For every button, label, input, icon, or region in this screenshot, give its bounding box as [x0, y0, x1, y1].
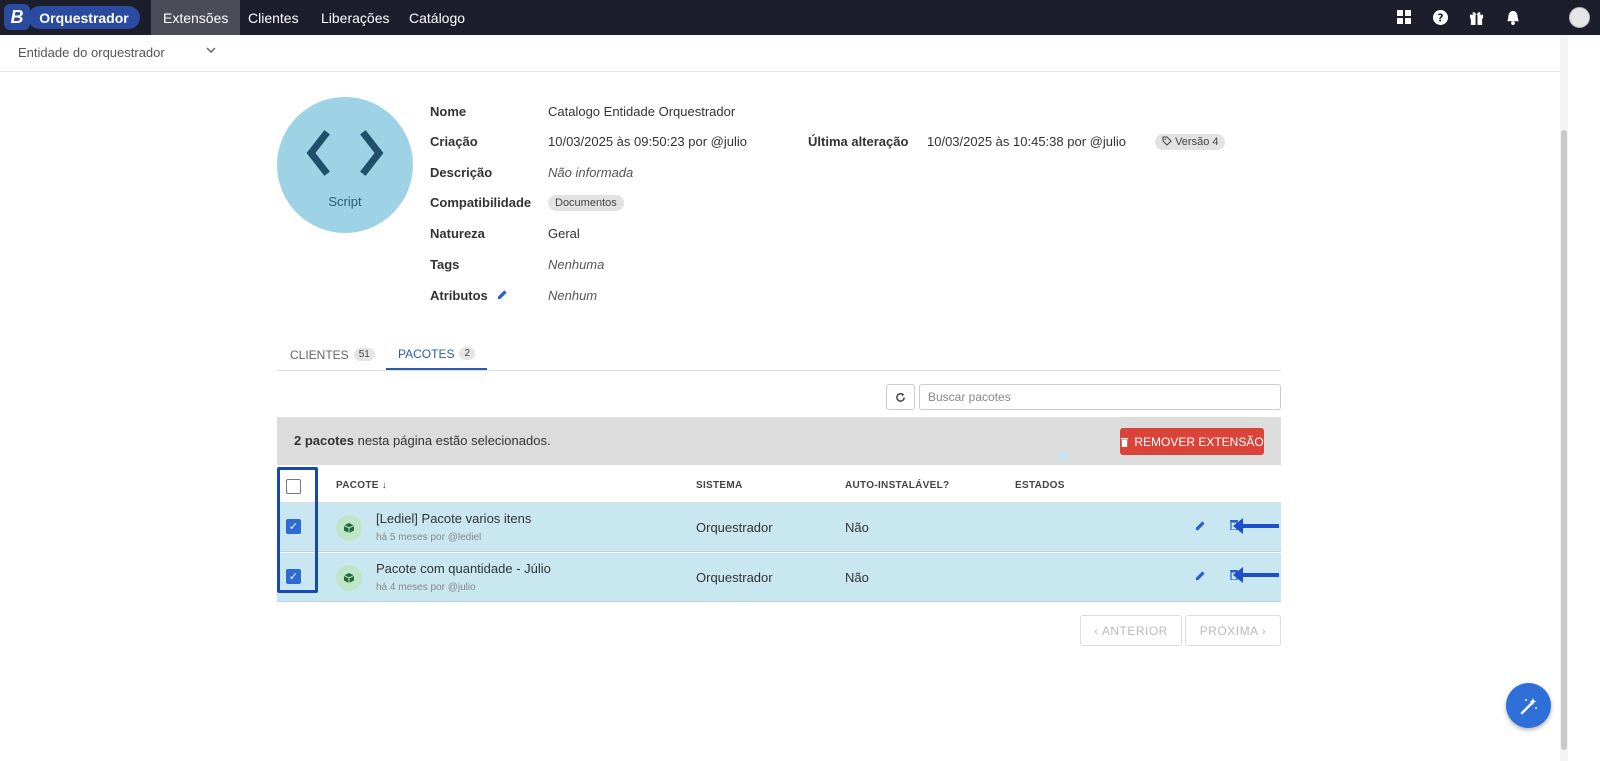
- entity-select[interactable]: Entidade do orquestrador: [18, 45, 165, 60]
- tab-clientes[interactable]: CLIENTES 51: [290, 339, 375, 370]
- gift-icon[interactable]: [1468, 9, 1484, 25]
- package-auto-instalavel: Não: [845, 520, 869, 535]
- chevron-down-icon[interactable]: [206, 44, 216, 58]
- search-input[interactable]: [919, 384, 1281, 410]
- grid-icon[interactable]: [1396, 9, 1412, 25]
- edit-icon[interactable]: [1195, 520, 1206, 534]
- extension-type-avatar: Script: [277, 97, 413, 233]
- tab-clientes-label: CLIENTES: [290, 347, 349, 362]
- nav-liberacoes[interactable]: Liberações: [309, 0, 402, 35]
- atributos-value: Nenhum: [548, 288, 598, 303]
- magic-wand-icon: [1520, 697, 1537, 714]
- tab-pacotes[interactable]: PACOTES 2: [386, 339, 488, 370]
- brand-logo[interactable]: B: [4, 4, 30, 30]
- tags-value: Nenhuma: [548, 257, 605, 272]
- trash-icon: [1121, 437, 1129, 447]
- edit-atributos-icon[interactable]: [497, 289, 508, 303]
- refresh-button[interactable]: [886, 384, 915, 410]
- tab-pacotes-count: 2: [459, 347, 476, 360]
- selection-bar: 2 pacotes nesta página estão selecionado…: [277, 417, 1281, 465]
- extension-type-label: Script: [328, 194, 362, 209]
- previous-page-button[interactable]: ‹ ANTERIOR: [1080, 615, 1182, 646]
- edit-icon[interactable]: [1195, 570, 1206, 584]
- version-text: Versão 4: [1175, 136, 1219, 148]
- selection-text: 2 pacotes nesta página estão selecionado…: [294, 433, 551, 448]
- brand-name-button[interactable]: Orquestrador: [28, 6, 140, 29]
- descricao-label: Descrição: [430, 165, 493, 180]
- compatibilidade-chip: Documentos: [548, 195, 624, 211]
- user-avatar[interactable]: [1569, 7, 1590, 28]
- package-name[interactable]: [Lediel] Pacote varios itens: [376, 511, 531, 526]
- criacao-value: 10/03/2025 às 09:50:23 por @julio: [548, 134, 747, 149]
- ultima-alteracao-label: Última alteração: [808, 134, 909, 149]
- entity-selector-bar: Entidade do orquestrador: [0, 35, 1560, 72]
- package-name[interactable]: Pacote com quantidade - Júlio: [376, 561, 551, 576]
- code-icon: [277, 125, 413, 192]
- top-navbar: B Orquestrador Extensões Clientes Libera…: [0, 0, 1600, 35]
- magic-wand-button[interactable]: [1506, 683, 1551, 728]
- version-badge: Versão 4: [1155, 134, 1226, 150]
- svg-text:?: ?: [1437, 12, 1443, 24]
- package-auto-instalavel: Não: [845, 570, 869, 585]
- natureza-label: Natureza: [430, 226, 485, 241]
- tag-icon: [1162, 136, 1172, 146]
- package-icon: [336, 515, 362, 541]
- criacao-label: Criação: [430, 134, 478, 149]
- header-sistema: SISTEMA: [696, 480, 743, 491]
- tab-clientes-count: 51: [353, 348, 375, 361]
- package-icon: [336, 565, 362, 591]
- help-icon[interactable]: ?: [1432, 9, 1448, 25]
- header-auto-instalavel: AUTO-INSTALÁVEL?: [845, 480, 950, 491]
- scrollbar-thumb[interactable]: [1561, 130, 1567, 750]
- decorative-marker: [1058, 453, 1068, 461]
- table-header: PACOTE ↓ SISTEMA AUTO-INSTALÁVEL? ESTADO…: [277, 465, 1281, 503]
- package-sistema: Orquestrador: [696, 570, 773, 585]
- header-pacote[interactable]: PACOTE ↓: [336, 480, 387, 491]
- table-row[interactable]: ✓ Pacote com quantidade - Júlio há 4 mes…: [277, 553, 1281, 602]
- nav-clientes[interactable]: Clientes: [236, 0, 311, 35]
- nome-value: Catalogo Entidade Orquestrador: [548, 104, 736, 119]
- package-sistema: Orquestrador: [696, 520, 773, 535]
- header-estados: ESTADOS: [1015, 480, 1065, 491]
- bell-icon[interactable]: [1505, 9, 1521, 25]
- refresh-icon: [896, 392, 905, 402]
- tabs-bar: CLIENTES 51 PACOTES 2: [277, 339, 1281, 371]
- compatibilidade-label: Compatibilidade: [430, 195, 532, 210]
- package-meta: há 4 meses por @julio: [376, 582, 476, 593]
- checkbox-highlight-annotation: [277, 467, 318, 593]
- next-page-button[interactable]: PRÓXIMA ›: [1185, 615, 1281, 646]
- table-row[interactable]: ✓ [Lediel] Pacote varios itens há 5 mese…: [277, 503, 1281, 552]
- arrow-left-annotation: [1233, 518, 1279, 534]
- descricao-value: Não informada: [548, 165, 634, 180]
- remove-extension-label: REMOVER EXTENSÃO: [1134, 434, 1264, 449]
- ultima-alteracao-value: 10/03/2025 às 10:45:38 por @julio: [927, 134, 1126, 149]
- selection-message: nesta página estão selecionados.: [353, 433, 551, 448]
- nome-label: Nome: [430, 104, 467, 119]
- nav-extensoes[interactable]: Extensões: [151, 0, 241, 35]
- package-meta: há 5 meses por @lediel: [376, 532, 482, 543]
- selection-count: 2 pacotes: [294, 433, 354, 448]
- remove-extension-button[interactable]: REMOVER EXTENSÃO: [1120, 428, 1264, 455]
- atributos-label: Atributos: [430, 288, 488, 303]
- tags-label: Tags: [430, 257, 460, 272]
- natureza-value: Geral: [548, 226, 580, 241]
- nav-catalogo[interactable]: Catálogo: [397, 0, 477, 35]
- arrow-left-annotation: [1233, 567, 1279, 583]
- tab-pacotes-label: PACOTES: [398, 346, 455, 361]
